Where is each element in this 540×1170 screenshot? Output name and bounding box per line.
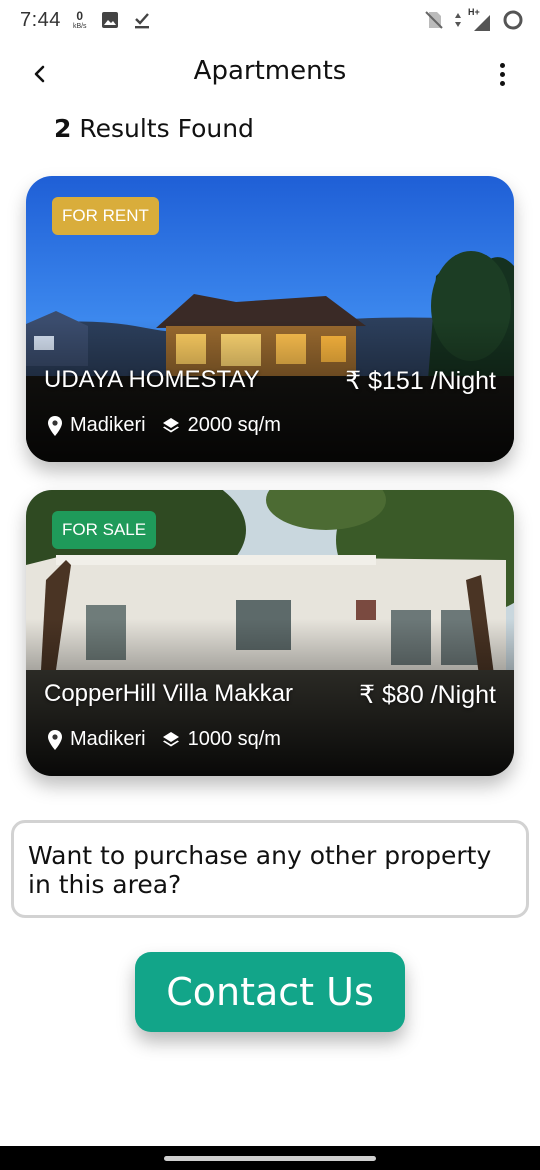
listing-meta: Madikeri 2000 sq/m	[48, 414, 297, 437]
listing-name: UDAYA HOMESTAY	[44, 366, 260, 393]
network-type-label: H+	[468, 6, 480, 17]
image-icon	[101, 11, 119, 29]
contact-us-button[interactable]: Contact Us	[135, 952, 405, 1032]
download-done-icon	[133, 11, 151, 29]
listing-card[interactable]: FOR SALE CopperHill Villa Makkar ₹ $80 /…	[26, 490, 514, 776]
listing-area-text: 1000 sq/m	[187, 728, 281, 750]
listing-location-text: Madikeri	[70, 414, 146, 436]
net-speed-value: 0	[76, 9, 84, 23]
listing-location: Madikeri	[48, 414, 146, 437]
more-vertical-icon	[499, 62, 505, 68]
listing-area-text: 2000 sq/m	[187, 414, 281, 436]
status-bar: 7:44 0 kB/s H+	[0, 0, 540, 40]
inquiry-text: Want to purchase any other property in t…	[28, 841, 492, 899]
listing-price: ₹ $151 /Night	[345, 367, 496, 395]
results-count: 2 Results Found	[54, 114, 254, 143]
listing-location: Madikeri	[48, 728, 146, 751]
inquiry-prompt: Want to purchase any other property in t…	[11, 820, 529, 918]
listing-area: 1000 sq/m	[162, 728, 281, 751]
results-count-number: 2	[54, 114, 72, 143]
page-title: Apartments	[193, 56, 347, 86]
no-sim-icon	[424, 10, 444, 35]
listing-area: 2000 sq/m	[162, 414, 281, 437]
more-options-button[interactable]	[490, 58, 514, 90]
listing-meta: Madikeri 1000 sq/m	[48, 728, 297, 751]
app-bar: Apartments	[0, 50, 540, 96]
listing-price: ₹ $80 /Night	[359, 681, 496, 709]
listing-card[interactable]: FOR RENT UDAYA HOMESTAY ₹ $151 /Night Ma…	[26, 176, 514, 462]
loading-circle-icon	[502, 9, 524, 36]
net-speed-indicator: 0 kB/s	[73, 10, 87, 30]
listing-name: CopperHill Villa Makkar	[44, 680, 293, 707]
layers-icon	[162, 731, 179, 746]
location-pin-icon	[48, 415, 62, 436]
net-speed-unit: kB/s	[72, 23, 87, 30]
layers-icon	[162, 417, 179, 432]
signal-icon: H+	[468, 7, 492, 33]
home-gesture-bar[interactable]	[164, 1156, 376, 1161]
status-time: 7:44	[20, 8, 61, 31]
listing-status-badge: FOR RENT	[52, 197, 159, 235]
location-pin-icon	[48, 729, 62, 750]
results-count-label: Results Found	[79, 114, 254, 143]
listing-location-text: Madikeri	[70, 728, 146, 750]
data-arrows-icon	[454, 12, 462, 33]
listing-status-badge: FOR SALE	[52, 511, 157, 549]
